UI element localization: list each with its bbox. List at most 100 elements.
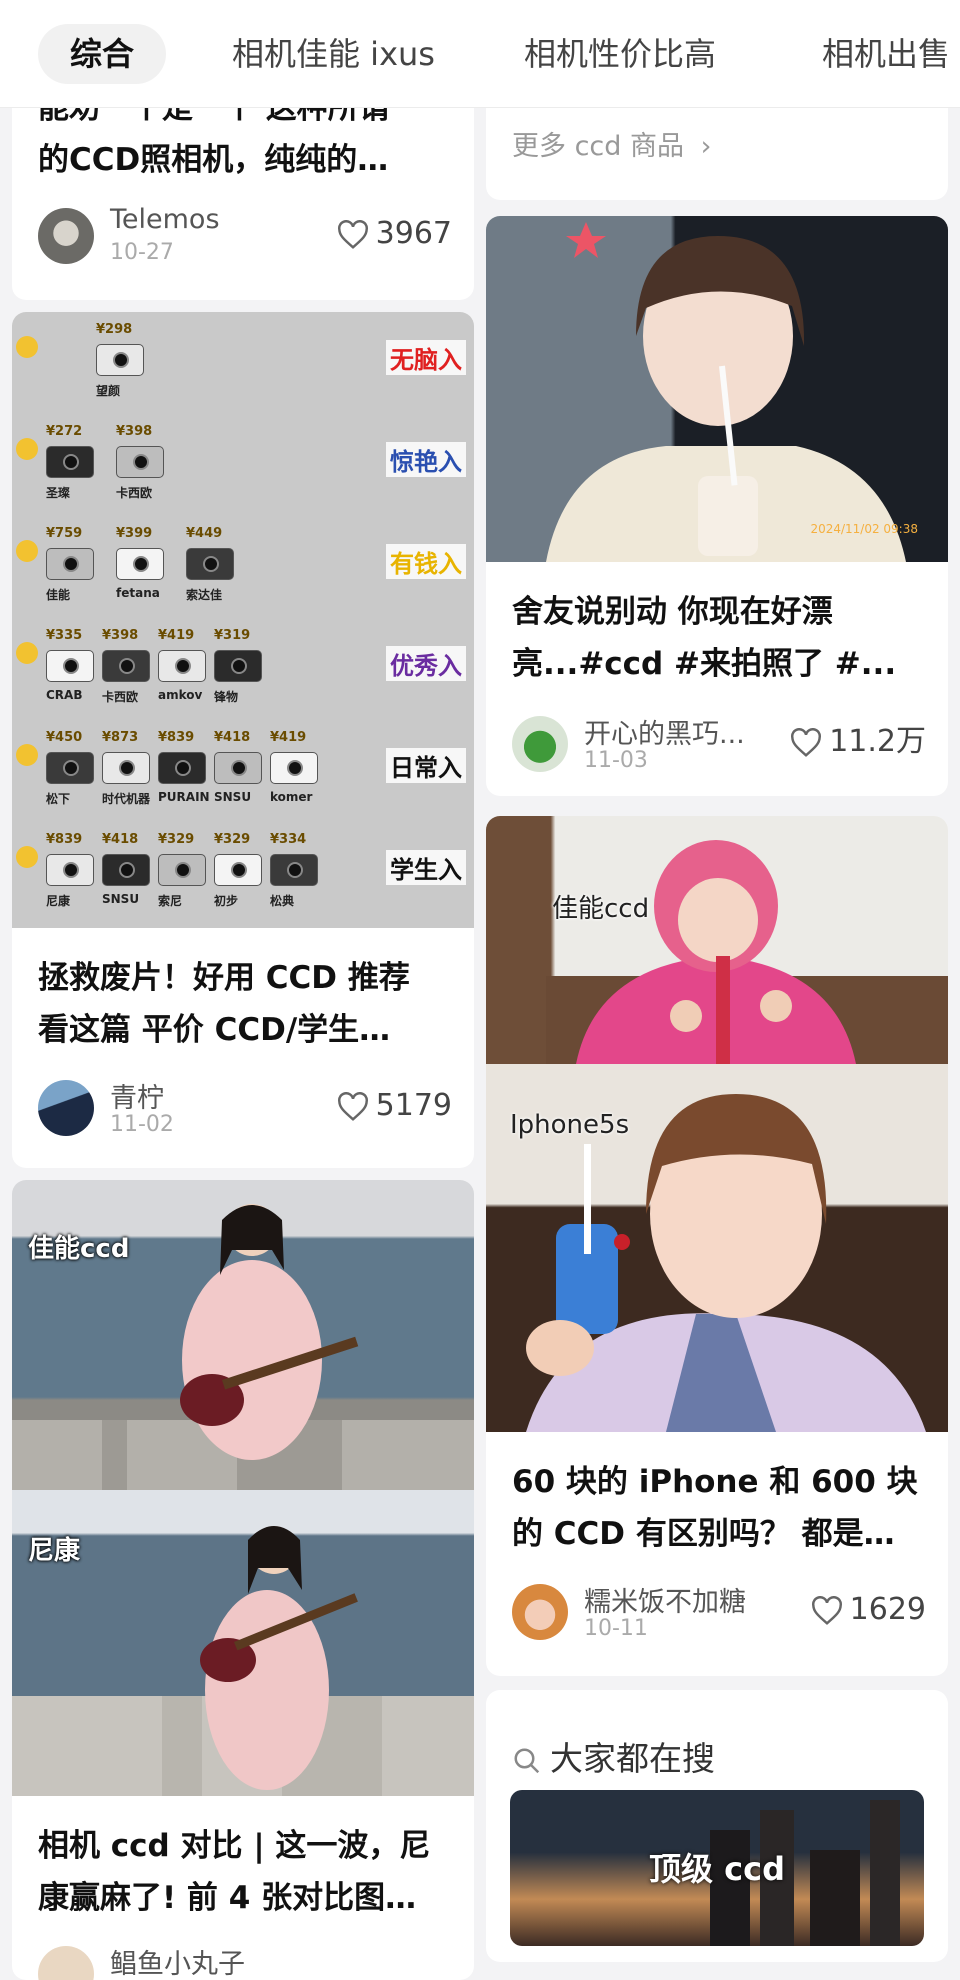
camera-price: ¥399 <box>116 526 153 541</box>
camera-lens-icon <box>133 454 149 470</box>
thumbs-up-icon <box>16 744 38 766</box>
camera-icon <box>158 854 206 886</box>
thumbs-up-icon <box>16 846 38 868</box>
camera-lens-icon <box>119 760 135 776</box>
title-line: 康赢麻了! 前 4 张对比图… <box>38 1880 417 1916</box>
avatar[interactable] <box>512 1584 568 1640</box>
camera-price: ¥873 <box>102 730 139 745</box>
note-title: 60 块的 iPhone 和 600 块 的 CCD 有区别吗？ 都是… <box>512 1456 928 1560</box>
camera-price: ¥398 <box>102 628 139 643</box>
author-row: Telemos 10-27 3967 <box>38 204 452 268</box>
camera-name: amkov <box>158 688 203 702</box>
camera-name: 卡西欧 <box>116 486 153 500</box>
camera-lens-icon <box>231 760 247 776</box>
author-name[interactable]: 糯米饭不加糖 <box>584 1580 746 1619</box>
camera-lens-icon <box>63 454 79 470</box>
girl-with-drink-illustration <box>546 222 906 562</box>
photo-canon-sample: 佳能ccd <box>12 1180 474 1490</box>
tier-label: 日常入 <box>386 748 466 783</box>
avatar[interactable] <box>38 208 94 264</box>
heart-icon <box>337 1091 368 1121</box>
note-title: 拯救废片！好用 CCD 推荐 看这篇 平价 CCD/学生… <box>38 952 454 1056</box>
camera-price: ¥335 <box>46 628 83 643</box>
camera-lens-icon <box>119 862 135 878</box>
like-count: 5179 <box>375 1088 452 1123</box>
camera-price: ¥319 <box>214 628 251 643</box>
note-card[interactable]: 2024/11/02 09:38 舍友说别动 你现在好漂 亮...#ccd #来… <box>486 216 948 796</box>
like-button[interactable]: 3967 <box>336 214 452 254</box>
camera-icon <box>116 446 164 478</box>
image-label: 佳能ccd <box>28 1234 130 1264</box>
camera-price: ¥329 <box>214 832 251 847</box>
camera-icon <box>214 650 262 682</box>
tier-row: ¥759 佳能 ¥399 fetana ¥449 索达佳 有钱入 <box>12 526 474 626</box>
camera-icon <box>46 752 94 784</box>
camera-icon <box>46 650 94 682</box>
like-count: 1629 <box>849 1592 926 1627</box>
like-count: 11.2万 <box>829 724 926 759</box>
search-tab-bar: 综合 相机佳能 ixus 相机性价比高 相机出售 <box>0 0 960 108</box>
tab-value-cameras[interactable]: 相机性价比高 <box>524 24 716 84</box>
tab-all[interactable]: 综合 <box>38 24 167 84</box>
camera-price: ¥298 <box>96 322 133 337</box>
heart-icon <box>811 1595 842 1625</box>
thumbs-up-icon <box>16 540 38 562</box>
camera-lens-icon <box>287 760 303 776</box>
tier-label: 无脑入 <box>386 340 466 375</box>
tier-label: 学生入 <box>386 850 466 885</box>
camera-price: ¥839 <box>158 730 195 745</box>
camera-lens-icon <box>63 556 79 572</box>
camera-icon <box>46 854 94 886</box>
camera-lens-icon <box>175 862 191 878</box>
post-date: 11-03 <box>584 748 648 773</box>
like-button[interactable]: 5179 <box>336 1086 452 1126</box>
author-name[interactable]: 鲳鱼小丸子 <box>110 1942 245 1980</box>
suggestion-label: 顶级 ccd <box>649 1850 785 1888</box>
camera-name: PURAIN <box>158 790 210 804</box>
heart-icon <box>791 727 822 757</box>
camera-icon <box>270 854 318 886</box>
camera-name: 索达佳 <box>186 588 223 602</box>
girl-with-ukulele-illustration <box>12 1204 474 1490</box>
money-bag-icon <box>16 336 38 358</box>
trending-search-suggestion[interactable]: 顶级 ccd <box>510 1790 924 1946</box>
camera-price: ¥839 <box>46 832 83 847</box>
tab-camera-sale[interactable]: 相机出售 <box>822 24 950 84</box>
note-card[interactable]: 佳能ccd Iphone5s 60 块的 iPhone 和 600 块 的 CC… <box>486 816 948 1676</box>
avatar[interactable] <box>512 716 568 772</box>
more-products-link[interactable]: 更多 ccd 商品 › <box>512 124 711 163</box>
tier-label: 惊艳入 <box>386 442 466 477</box>
title-line: 的CCD照相机，纯纯的… <box>38 142 389 178</box>
camera-price: ¥272 <box>46 424 83 439</box>
note-card[interactable]: 佳能ccd 尼康 相机 ccd 对比 | 这一波，尼 康赢麻了! 前 4 张对比… <box>12 1180 474 1980</box>
camera-lens-icon <box>63 658 79 674</box>
camera-name: 时代机器 <box>102 792 151 806</box>
camera-price: ¥334 <box>270 832 307 847</box>
like-count: 3967 <box>375 216 452 251</box>
camera-lens-icon <box>113 352 129 368</box>
note-card[interactable]: ¥298 望颜 无脑入 ¥272 圣璨 ¥398 卡西欧 惊艳入 ¥759 佳能 ¥399 fetan… <box>12 312 474 1168</box>
title-line: 的 CCD 有区别吗？ 都是… <box>512 1516 895 1552</box>
image-label: 尼康 <box>28 1536 81 1566</box>
camera-tier-chart-image: ¥298 望颜 无脑入 ¥272 圣璨 ¥398 卡西欧 惊艳入 ¥759 佳能 ¥399 fetan… <box>12 312 474 928</box>
camera-name: SNSU <box>214 790 252 804</box>
image-label: 佳能ccd <box>552 894 650 924</box>
author-name[interactable]: 开心的黑巧... <box>584 712 745 751</box>
author-name[interactable]: 青柠 <box>110 1076 164 1115</box>
tier-row: ¥335 CRAB ¥398 卡西欧 ¥419 amkov ¥319 锋物 优秀入 <box>12 628 474 728</box>
camera-lens-icon <box>231 658 247 674</box>
camera-price: ¥419 <box>158 628 195 643</box>
author-row: 开心的黑巧... 11-03 11.2万 <box>512 716 926 776</box>
camera-name: CRAB <box>46 688 83 702</box>
avatar[interactable] <box>38 1946 94 1980</box>
author-name[interactable]: Telemos <box>110 204 220 235</box>
like-button[interactable]: 1629 <box>810 1590 926 1630</box>
more-products-label: 更多 ccd 商品 <box>512 131 684 162</box>
tab-canon-ixus[interactable]: 相机佳能 ixus <box>232 24 435 84</box>
camera-name: 望颜 <box>96 384 121 398</box>
like-button[interactable]: 11.2万 <box>789 722 926 762</box>
note-title: 舍友说别动 你现在好漂 亮...#ccd #来拍照了 #... <box>512 586 928 690</box>
photo-timestamp: 2024/11/02 09:38 <box>810 522 918 536</box>
avatar[interactable] <box>38 1080 94 1136</box>
camera-lens-icon <box>63 862 79 878</box>
